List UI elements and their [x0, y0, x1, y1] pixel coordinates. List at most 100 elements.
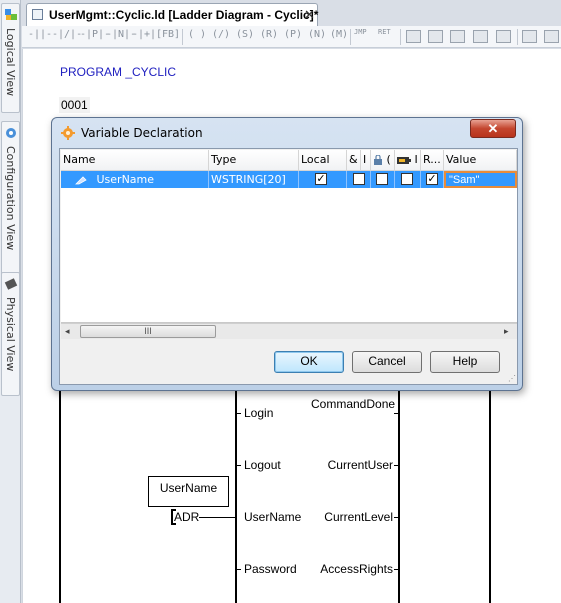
insert-network-icon[interactable]	[406, 30, 421, 43]
ok-button[interactable]: OK	[274, 351, 344, 373]
parallel-contact-icon[interactable]: -|+|	[132, 29, 156, 45]
configuration-view-label: Configuration View	[4, 146, 17, 251]
adr-connection-wire	[199, 517, 236, 518]
function-block-right-edge	[398, 391, 400, 603]
logical-view-tab[interactable]: Logical View	[1, 3, 20, 113]
io-checkbox[interactable]	[401, 173, 413, 185]
variable-grid[interactable]: Name Type Local & I ( I R... Value UserN…	[61, 150, 517, 323]
left-power-rail	[59, 391, 61, 603]
cancel-button[interactable]: Cancel	[352, 351, 422, 373]
pin-tick	[394, 465, 400, 466]
block-input-login: Login	[244, 406, 274, 420]
pin-tick	[394, 569, 400, 570]
column-header-io-label: I	[414, 153, 418, 166]
configuration-view-tab[interactable]: Configuration View	[1, 121, 20, 289]
negative-edge-coil-icon[interactable]: (N)	[308, 29, 326, 45]
resize-grip-icon[interactable]: ⋰	[508, 374, 516, 383]
block-output-commanddone: CommandDone	[311, 397, 396, 411]
local-checkbox[interactable]: ✓	[315, 173, 327, 185]
scroll-left-arrow-icon[interactable]: ◂	[65, 326, 70, 337]
editor-tab-usermgmt-cyclic[interactable]: UserMgmt::Cyclic.ld [Ladder Diagram - Cy…	[26, 3, 318, 26]
dialog-close-button[interactable]: ✕	[470, 119, 516, 138]
scroll-right-arrow-icon[interactable]: ▸	[504, 326, 509, 337]
reference-checkbox[interactable]	[353, 173, 365, 185]
contact-icon[interactable]: -||-	[28, 29, 52, 45]
grid-remove-icon[interactable]	[496, 30, 511, 43]
help-button[interactable]: Help	[430, 351, 500, 373]
variable-name-cell[interactable]: UserName	[61, 171, 209, 188]
logical-view-label: Logical View	[4, 28, 17, 97]
block-input-username: UserName	[244, 510, 302, 524]
column-header-value[interactable]: Value	[444, 150, 517, 171]
reference-cell	[347, 171, 371, 188]
block-input-logout: Logout	[244, 458, 281, 472]
positive-edge-coil-icon[interactable]: (P)	[284, 29, 302, 45]
program-title: PROGRAM _CYCLIC	[60, 65, 177, 79]
set-coil-icon[interactable]: (S)	[236, 29, 254, 45]
column-header-name[interactable]: Name	[61, 150, 209, 171]
block-input-password: Password	[244, 562, 297, 576]
right-power-rail	[489, 391, 491, 603]
negated-contact-icon[interactable]: -|/|-	[52, 29, 82, 45]
editor-tab-title: UserMgmt::Cyclic.ld [Ladder Diagram - Cy…	[49, 8, 319, 22]
close-tab-icon[interactable]: ✕	[304, 7, 315, 23]
return-button[interactable]: RET	[378, 28, 391, 44]
jump-button[interactable]: JMP	[354, 28, 367, 44]
physical-view-label: Physical View	[4, 297, 17, 372]
variable-name: UserName	[96, 173, 155, 186]
physical-view-tab[interactable]: Physical View	[1, 272, 20, 396]
retain-cell: ✓	[421, 171, 444, 188]
username-variable-label: UserName	[159, 481, 218, 495]
function-block-icon[interactable]: [FB]	[156, 29, 180, 45]
retain-checkbox[interactable]: ✓	[426, 173, 438, 185]
ladder-toolbar: -||- -|/|- -|P|- -|N|- -|+| [FB] ( ) (/)…	[22, 26, 561, 48]
scrollbar-thumb[interactable]: III	[80, 325, 216, 338]
lock-icon	[374, 154, 382, 165]
local-cell: ✓	[299, 171, 347, 188]
pin-tick	[394, 517, 400, 518]
variable-declaration-icon	[61, 126, 75, 140]
comment-icon[interactable]	[522, 30, 537, 43]
editor-tab-bar: UserMgmt::Cyclic.ld [Ladder Diagram - Cy…	[22, 0, 561, 26]
view-icon[interactable]	[544, 30, 559, 43]
dialog-body: Name Type Local & I ( I R... Value UserN…	[59, 148, 518, 385]
coil-icon[interactable]: ( )	[188, 29, 206, 45]
column-header-constant[interactable]: (	[371, 150, 395, 171]
io-cell	[395, 171, 421, 188]
block-output-accessrights: AccessRights	[320, 562, 393, 576]
views-sidebar: Logical View Configuration View Physical…	[0, 0, 21, 603]
toolbar-separator	[350, 29, 351, 45]
username-variable-box[interactable]: UserName	[148, 476, 229, 507]
toolbar-separator	[400, 29, 401, 45]
column-header-type[interactable]: Type	[209, 150, 299, 171]
function-block-left-edge	[235, 391, 237, 603]
constant-checkbox[interactable]	[376, 173, 388, 185]
grid-icon[interactable]	[450, 30, 465, 43]
column-header-local[interactable]: Local	[299, 150, 347, 171]
horizontal-scrollbar[interactable]: ◂ III ▸	[61, 323, 517, 339]
pin-tick	[235, 465, 241, 466]
pin-tick	[235, 569, 241, 570]
battery-icon	[397, 156, 411, 164]
column-header-input[interactable]: I	[361, 150, 371, 171]
reset-coil-icon[interactable]: (R)	[260, 29, 278, 45]
column-header-io[interactable]: I	[395, 150, 421, 171]
dialog-title: Variable Declaration	[81, 126, 203, 140]
physical-view-icon	[4, 278, 18, 290]
more-coil-icon[interactable]: (M)	[330, 29, 348, 45]
column-header-reference[interactable]: &	[347, 150, 361, 171]
variable-value-cell[interactable]: "Sam"	[444, 171, 517, 188]
negated-coil-icon[interactable]: (/)	[212, 29, 230, 45]
network-number: 0001	[59, 97, 90, 113]
ladder-file-icon	[32, 9, 43, 20]
variable-type-cell[interactable]: WSTRING[20]	[209, 171, 299, 188]
grid-add-icon[interactable]	[473, 30, 488, 43]
configuration-view-icon	[6, 128, 16, 138]
block-output-currentlevel: CurrentLevel	[324, 510, 393, 524]
variable-row-username[interactable]: UserName WSTRING[20] ✓ ✓ "Sam"	[61, 171, 517, 188]
insert-branch-icon[interactable]	[428, 30, 443, 43]
column-header-retain[interactable]: R...	[421, 150, 444, 171]
adr-function-label[interactable]: ADR	[174, 510, 199, 524]
column-header-constant-label: (	[386, 153, 391, 166]
variable-declaration-dialog: Variable Declaration ✕ Name Type Local &…	[51, 117, 523, 391]
